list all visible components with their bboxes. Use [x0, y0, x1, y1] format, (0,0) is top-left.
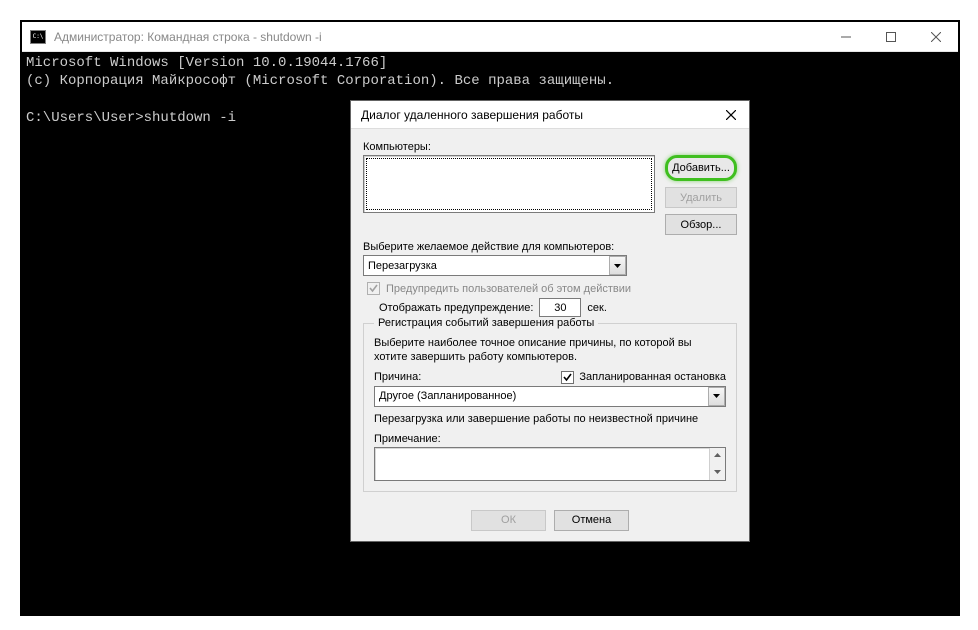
- console-line: Microsoft Windows [Version 10.0.19044.17…: [26, 55, 387, 71]
- maximize-button[interactable]: [868, 22, 913, 51]
- dialog-buttons: ОК Отмена: [351, 502, 749, 541]
- reason-value: Другое (Запланированное): [379, 390, 516, 402]
- cancel-button[interactable]: Отмена: [554, 510, 629, 531]
- action-value: Перезагрузка: [368, 260, 437, 272]
- browse-button[interactable]: Обзор...: [665, 214, 737, 235]
- reason-select[interactable]: Другое (Запланированное): [374, 386, 726, 407]
- fieldset-desc: Выберите наиболее точное описание причин…: [374, 336, 726, 365]
- reason-desc: Перезагрузка или завершение работы по не…: [374, 413, 726, 425]
- console-line: (c) Корпорация Майкрософт (Microsoft Cor…: [26, 73, 614, 89]
- action-select[interactable]: Перезагрузка: [363, 255, 627, 276]
- ok-button[interactable]: ОК: [471, 510, 546, 531]
- fieldset-legend: Регистрация событий завершения работы: [374, 317, 598, 329]
- dropdown-arrow-icon: [708, 387, 725, 406]
- warn-check-label: Предупредить пользователей об этом дейст…: [386, 283, 631, 295]
- warn-unit: сек.: [587, 302, 607, 314]
- add-button[interactable]: Добавить...: [665, 155, 737, 181]
- console-prompt: C:\Users\User>shutdown -i: [26, 110, 236, 126]
- cmd-icon: [30, 30, 46, 44]
- remove-button[interactable]: Удалить: [665, 187, 737, 208]
- event-fieldset: Регистрация событий завершения работы Вы…: [363, 323, 737, 492]
- titlebar: Администратор: Командная строка - shutdo…: [22, 22, 958, 52]
- computers-listbox[interactable]: [363, 155, 655, 213]
- action-label: Выберите желаемое действие для компьютер…: [363, 241, 737, 253]
- scrollbar[interactable]: [709, 448, 725, 480]
- window-controls: [823, 22, 958, 51]
- dropdown-arrow-icon: [609, 256, 626, 275]
- computers-label: Компьютеры:: [363, 141, 737, 153]
- warn-duration-label: Отображать предупреждение:: [379, 302, 533, 314]
- planned-label: Запланированная остановка: [579, 371, 726, 383]
- minimize-button[interactable]: [823, 22, 868, 51]
- shutdown-dialog: Диалог удаленного завершения работы Комп…: [350, 100, 750, 542]
- window-title: Администратор: Командная строка - shutdo…: [54, 30, 823, 44]
- dialog-close-button[interactable]: [719, 105, 743, 125]
- note-label: Примечание:: [374, 433, 726, 445]
- scroll-down-icon[interactable]: [710, 465, 725, 480]
- warn-checkbox: [367, 282, 380, 295]
- planned-checkbox[interactable]: [561, 371, 574, 384]
- note-textarea[interactable]: [374, 447, 726, 481]
- dialog-title: Диалог удаленного завершения работы: [361, 108, 719, 122]
- warn-duration-input[interactable]: [539, 298, 581, 317]
- reason-label: Причина:: [374, 371, 421, 383]
- scroll-up-icon[interactable]: [710, 448, 725, 463]
- dialog-titlebar: Диалог удаленного завершения работы: [351, 101, 749, 129]
- close-button[interactable]: [913, 22, 958, 51]
- dialog-body: Компьютеры: Добавить... Удалить Обзор...…: [351, 129, 749, 502]
